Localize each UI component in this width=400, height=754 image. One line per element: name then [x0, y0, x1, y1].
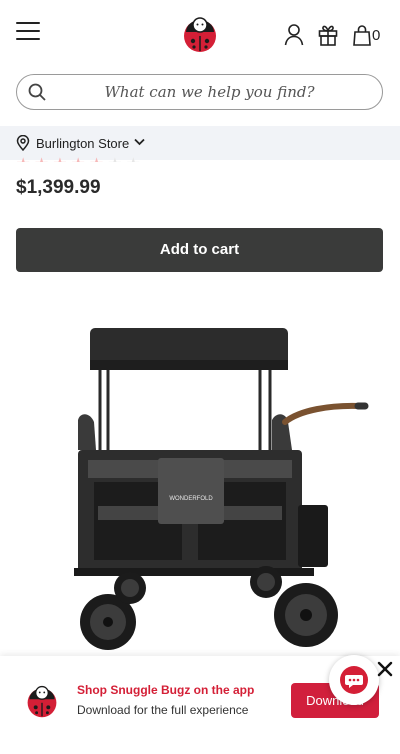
app-banner-subtitle: Download for the full experience: [77, 703, 249, 717]
cart-count[interactable]: 0: [372, 27, 380, 44]
close-icon[interactable]: [376, 660, 394, 678]
rating-stars: ★★★★★★★: [16, 154, 144, 162]
search-input[interactable]: What can we help you find?: [16, 74, 383, 110]
site-header: 0: [0, 0, 400, 68]
product-price: $1,399.99: [16, 177, 101, 198]
add-to-cart-button[interactable]: Add to cart: [16, 228, 383, 272]
app-banner-title: Shop Snuggle Bugz on the app: [77, 683, 255, 697]
chat-button[interactable]: [329, 655, 379, 705]
product-image[interactable]: WONDERFOLD: [60, 310, 380, 660]
ladybug-logo-icon[interactable]: [180, 14, 220, 54]
shopping-bag-icon[interactable]: [352, 24, 372, 46]
store-name[interactable]: Burlington Store: [36, 136, 129, 151]
hamburger-menu-icon[interactable]: [16, 22, 40, 42]
product-brand-text: WONDERFOLD: [169, 496, 213, 502]
ladybug-logo-icon: [27, 685, 57, 718]
chat-bubble-icon[interactable]: [340, 666, 368, 694]
user-icon[interactable]: [284, 24, 304, 46]
search-placeholder[interactable]: What can we help you find?: [17, 83, 382, 101]
gift-icon[interactable]: [318, 24, 338, 46]
location-pin-icon: [16, 135, 30, 151]
chevron-down-icon[interactable]: [134, 138, 145, 146]
